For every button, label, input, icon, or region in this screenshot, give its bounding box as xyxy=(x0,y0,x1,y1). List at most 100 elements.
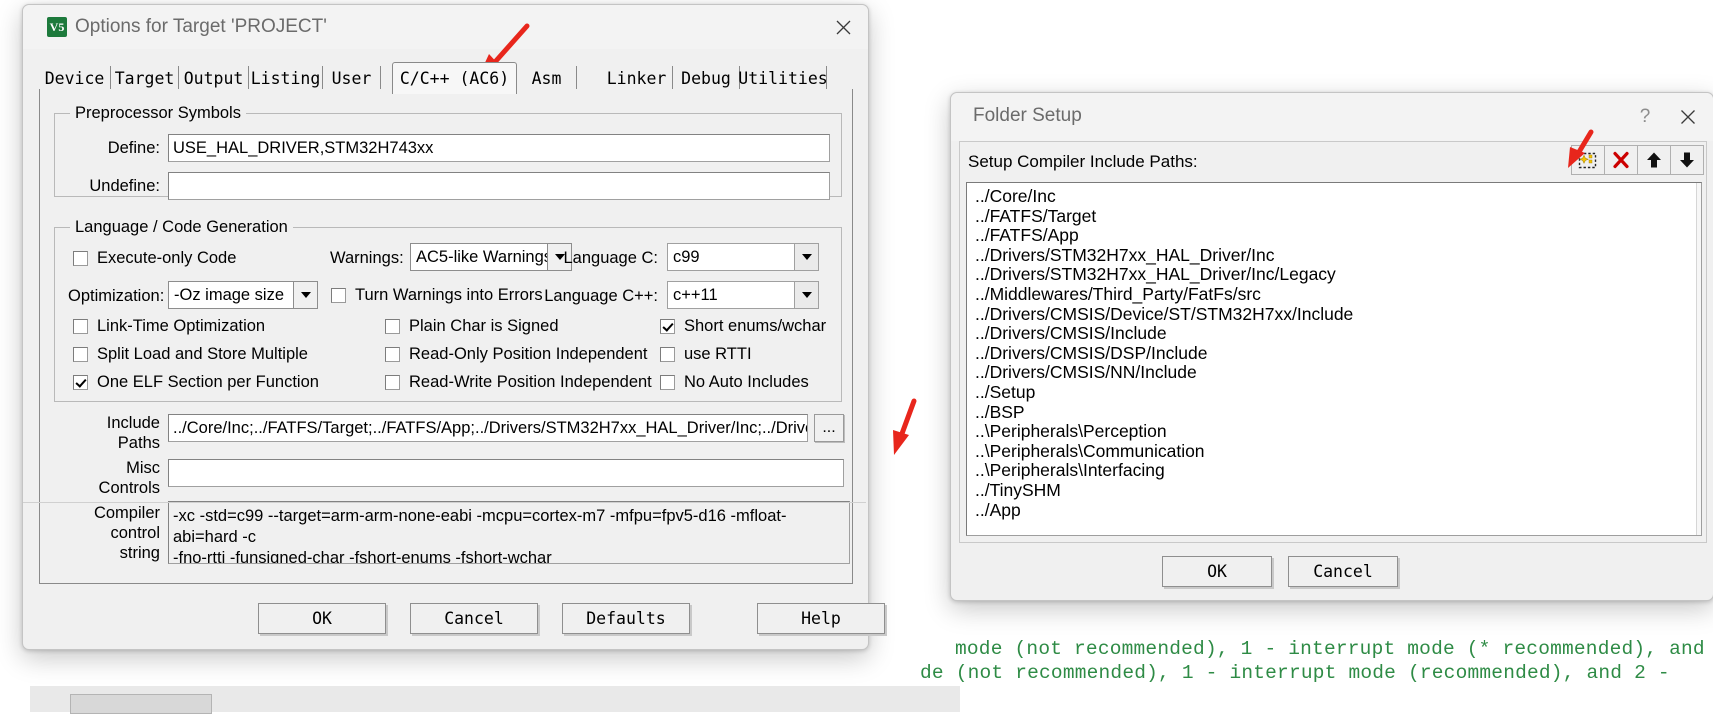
define-input[interactable]: USE_HAL_DRIVER,STM32H743xx xyxy=(168,134,830,162)
read-write-position-independent-checkbox[interactable]: Read-Write Position Independent xyxy=(385,373,652,392)
checkbox-box[interactable] xyxy=(660,347,675,362)
optimization-label: Optimization: xyxy=(68,287,165,305)
one-elf-section-checkbox[interactable]: One ELF Section per Function xyxy=(73,373,319,392)
include-paths-label-line1: Include xyxy=(106,414,160,432)
list-item[interactable]: ../FATFS/Target xyxy=(975,206,1687,227)
turn-warnings-into-errors-label: Turn Warnings into Errors xyxy=(355,286,543,304)
listbox-scrollbar[interactable] xyxy=(1696,183,1701,535)
short-enums-wchar-checkbox[interactable]: Short enums/wchar xyxy=(660,317,826,336)
list-item[interactable]: ../TinySHM xyxy=(975,480,1687,501)
list-item[interactable]: ../Drivers/STM32H7xx_HAL_Driver/Inc/Lega… xyxy=(975,265,1687,285)
folder-setup-panel: Setup Compiler Include Paths: ../Core/In… xyxy=(959,141,1707,543)
checkbox-box[interactable] xyxy=(331,288,346,303)
optimization-value: -Oz image size xyxy=(174,285,285,304)
chevron-down-icon[interactable] xyxy=(794,282,818,308)
language-cpp-select[interactable]: c++11 xyxy=(667,281,819,309)
checkbox-box[interactable] xyxy=(660,319,675,334)
list-item[interactable]: ../Drivers/CMSIS/Include xyxy=(975,324,1687,344)
options-title-bar: V5 Options for Target 'PROJECT' xyxy=(23,5,868,49)
list-item[interactable]: ..\Peripherals\Perception xyxy=(975,422,1687,442)
checkbox-box[interactable] xyxy=(73,347,88,362)
checkbox-box[interactable] xyxy=(660,375,675,390)
no-auto-includes-label: No Auto Includes xyxy=(684,373,809,391)
compiler-control-string-label-line2: control xyxy=(110,524,160,542)
tab-utilities[interactable]: Utilities xyxy=(738,66,828,90)
checkbox-box[interactable] xyxy=(73,319,88,334)
execute-only-code-checkbox[interactable]: Execute-only Code xyxy=(73,249,236,268)
list-item[interactable]: ..\Peripherals\Interfacing xyxy=(975,461,1687,481)
include-paths-input[interactable]: ../Core/Inc;../FATFS/Target;../FATFS/App… xyxy=(168,414,808,442)
undefine-input[interactable] xyxy=(168,172,830,200)
checkbox-box[interactable] xyxy=(385,319,400,334)
folder-setup-toolbar[interactable] xyxy=(1571,145,1704,175)
split-load-store-checkbox[interactable]: Split Load and Store Multiple xyxy=(73,345,308,364)
new-folder-icon[interactable] xyxy=(1571,145,1605,175)
help-button[interactable]: Help xyxy=(757,603,885,634)
read-write-position-independent-label: Read-Write Position Independent xyxy=(409,373,652,391)
tab-device[interactable]: Device xyxy=(39,66,111,90)
link-time-optimization-checkbox[interactable]: Link-Time Optimization xyxy=(73,317,265,336)
tab-listing[interactable]: Listing xyxy=(249,66,323,90)
tab-c-cpp-ac6[interactable]: C/C++ (AC6) xyxy=(392,62,517,94)
tab-asm[interactable]: Asm xyxy=(517,66,577,90)
checkbox-box[interactable] xyxy=(73,375,88,390)
plain-char-signed-label: Plain Char is Signed xyxy=(409,317,559,335)
warnings-label: Warnings: xyxy=(330,249,404,267)
no-auto-includes-checkbox[interactable]: No Auto Includes xyxy=(660,373,809,392)
chevron-down-icon[interactable] xyxy=(794,244,818,270)
folder-setup-cancel-button[interactable]: Cancel xyxy=(1288,556,1398,587)
list-item[interactable]: ../FATFS/App xyxy=(975,226,1687,246)
list-item[interactable]: ../Middlewares/Third_Party/FatFs/src xyxy=(975,284,1687,305)
close-icon[interactable] xyxy=(1665,93,1711,141)
short-enums-wchar-label: Short enums/wchar xyxy=(684,317,827,335)
warnings-value: AC5-like Warnings xyxy=(416,247,547,266)
cancel-button[interactable]: Cancel xyxy=(410,603,538,634)
tab-debug[interactable]: Debug xyxy=(673,66,740,90)
tab-linker[interactable]: Linker xyxy=(601,66,673,90)
include-paths-listbox[interactable]: ../Core/Inc ../FATFS/Target ../FATFS/App..… xyxy=(966,182,1702,536)
include-paths-browse-button[interactable]: ... xyxy=(814,414,844,442)
use-rtti-checkbox[interactable]: use RTTI xyxy=(660,345,752,364)
compiler-control-string-value: -xc -std=c99 --target=arm-arm-none-eabi … xyxy=(168,501,850,564)
tab-user[interactable]: User xyxy=(323,66,381,90)
tab-output[interactable]: Output xyxy=(179,66,249,90)
optimization-select[interactable]: -Oz image size xyxy=(168,281,318,309)
footer-divider xyxy=(23,502,866,503)
checkbox-box[interactable] xyxy=(73,251,88,266)
tab-target[interactable]: Target xyxy=(111,66,179,90)
list-item[interactable]: ../Setup xyxy=(975,382,1687,403)
list-item[interactable]: ../Drivers/CMSIS/NN/Include xyxy=(975,363,1687,383)
question-mark-icon[interactable]: ? xyxy=(1625,93,1665,141)
move-up-arrow-icon[interactable] xyxy=(1637,145,1671,175)
link-time-optimization-label: Link-Time Optimization xyxy=(97,317,266,335)
list-item[interactable]: ../App xyxy=(975,500,1687,521)
language-c-select[interactable]: c99 xyxy=(667,243,819,271)
folder-setup-ok-button[interactable]: OK xyxy=(1162,556,1272,587)
delete-x-icon[interactable] xyxy=(1604,145,1638,175)
move-down-arrow-icon[interactable] xyxy=(1670,145,1704,175)
turn-warnings-into-errors-checkbox[interactable]: Turn Warnings into Errors xyxy=(331,286,543,305)
include-paths-list[interactable]: ../Core/Inc ../FATFS/Target ../FATFS/App..… xyxy=(975,186,1687,521)
language-c-label: Language C: xyxy=(563,249,659,267)
define-label: Define: xyxy=(107,139,160,157)
language-code-generation-caption: Language / Code Generation xyxy=(70,218,293,237)
options-tab-strip[interactable]: Device Target Output Listing User C/C++ … xyxy=(39,62,851,94)
checkbox-box[interactable] xyxy=(385,375,400,390)
close-icon[interactable] xyxy=(820,5,866,49)
list-item[interactable]: ../Drivers/STM32H7xx_HAL_Driver/Inc xyxy=(975,245,1687,266)
checkbox-box[interactable] xyxy=(385,347,400,362)
list-item[interactable]: ../Drivers/CMSIS/DSP/Include xyxy=(975,343,1687,364)
list-item[interactable]: ..\Peripherals\Communication xyxy=(975,441,1687,462)
ok-button[interactable]: OK xyxy=(258,603,386,634)
plain-char-signed-checkbox[interactable]: Plain Char is Signed xyxy=(385,317,559,336)
language-cpp-label: Language C++: xyxy=(544,287,658,305)
misc-controls-label-line1: Misc xyxy=(126,459,160,477)
list-item[interactable]: ../Core/Inc xyxy=(975,186,1687,207)
list-item[interactable]: ../Drivers/CMSIS/Device/ST/STM32H7xx/Inc… xyxy=(975,304,1687,325)
read-only-position-independent-label: Read-Only Position Independent xyxy=(409,345,648,363)
list-item[interactable]: ../BSP xyxy=(975,402,1687,423)
chevron-down-icon[interactable] xyxy=(293,282,317,308)
misc-controls-input[interactable] xyxy=(168,459,844,487)
read-only-position-independent-checkbox[interactable]: Read-Only Position Independent xyxy=(385,345,648,364)
defaults-button[interactable]: Defaults xyxy=(562,603,690,634)
